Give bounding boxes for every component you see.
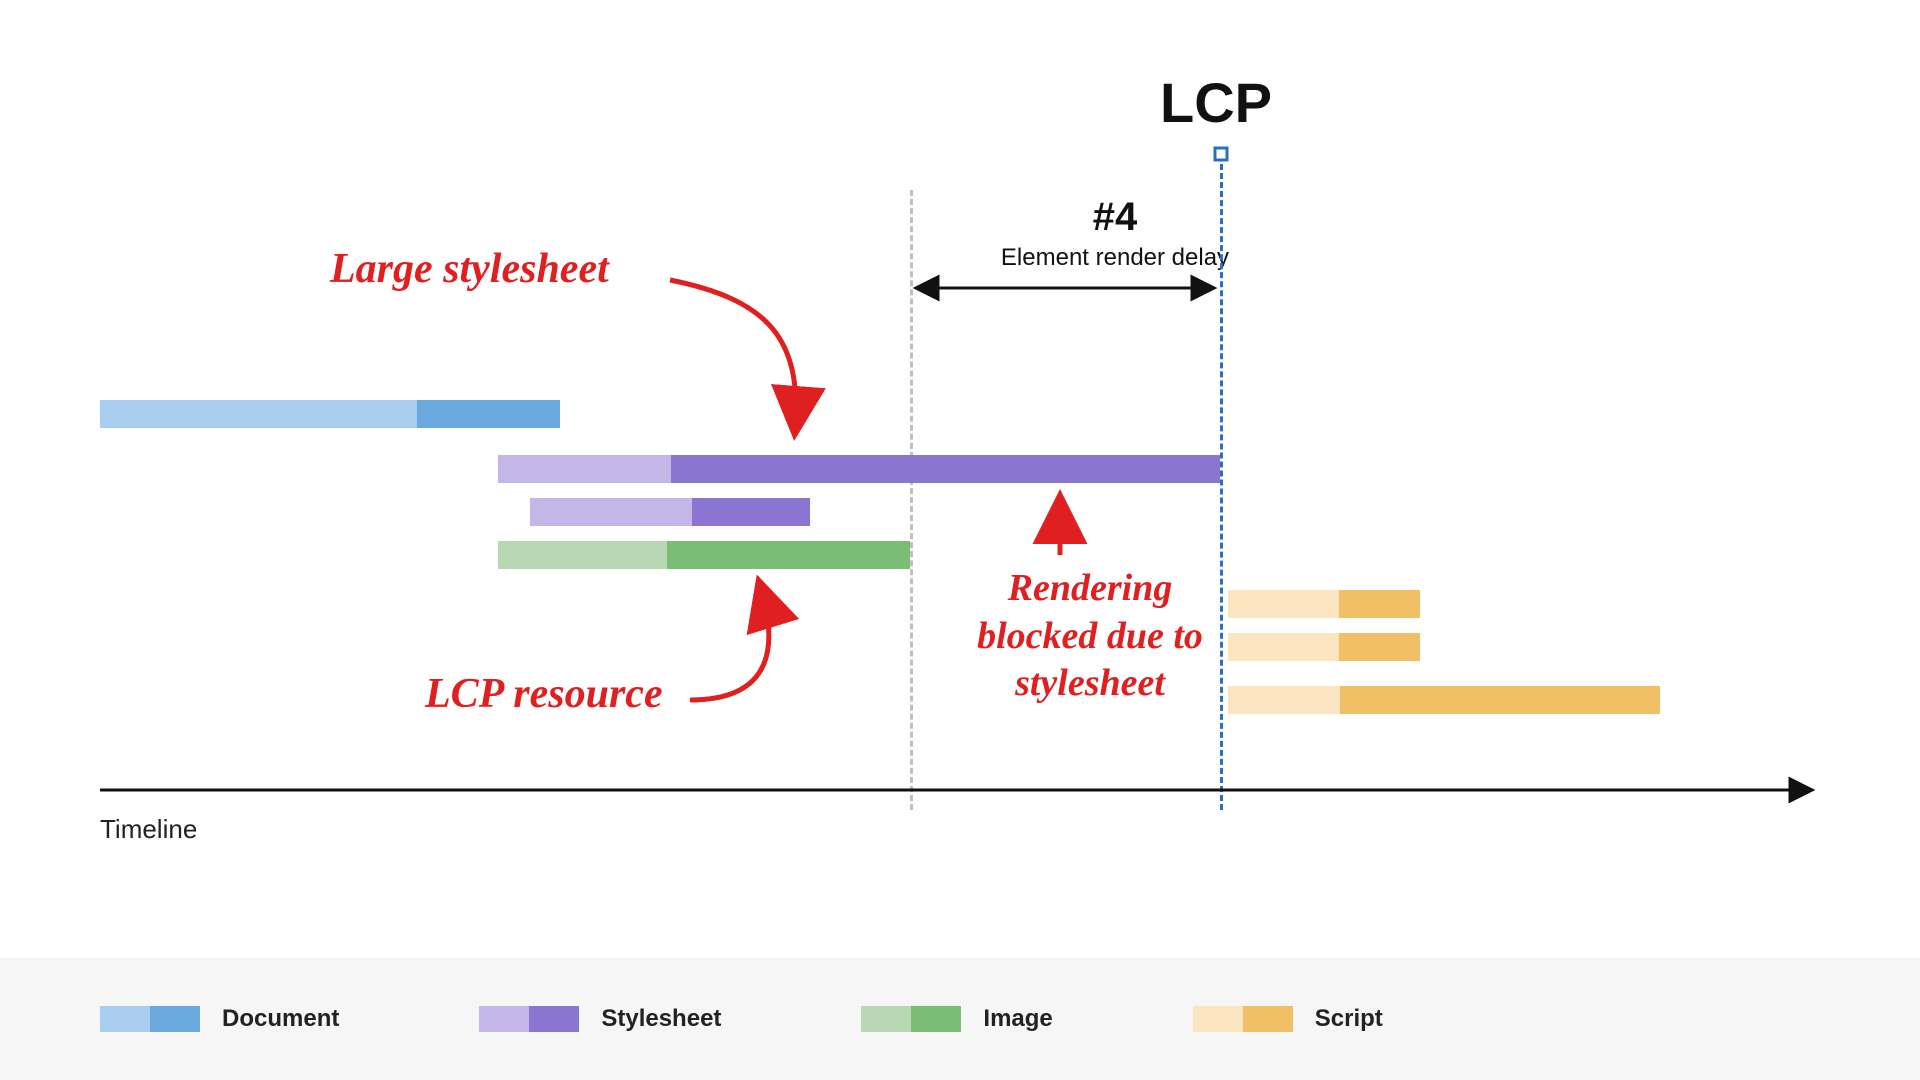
legend-label-stylesheet: Stylesheet [601, 1005, 721, 1033]
legend-label-script: Script [1315, 1005, 1383, 1033]
swatch-document [100, 1006, 200, 1032]
legend-stylesheet: Stylesheet [479, 1005, 721, 1033]
arrow-lcp-resource [690, 585, 769, 700]
legend-script: Script [1193, 1005, 1383, 1033]
legend: Document Stylesheet Image Script [0, 958, 1920, 1080]
diagram-canvas: LCP #4 Element render delay Large styles… [0, 0, 1920, 1080]
legend-document: Document [100, 1005, 339, 1033]
overlay-svg [0, 0, 1920, 1080]
swatch-stylesheet [479, 1006, 579, 1032]
legend-label-image: Image [983, 1005, 1052, 1033]
legend-label-document: Document [222, 1005, 339, 1033]
swatch-script [1193, 1006, 1293, 1032]
swatch-image [861, 1006, 961, 1032]
legend-image: Image [861, 1005, 1052, 1033]
lcp-marker-handle [1215, 148, 1227, 160]
arrow-large-stylesheet [670, 280, 796, 430]
